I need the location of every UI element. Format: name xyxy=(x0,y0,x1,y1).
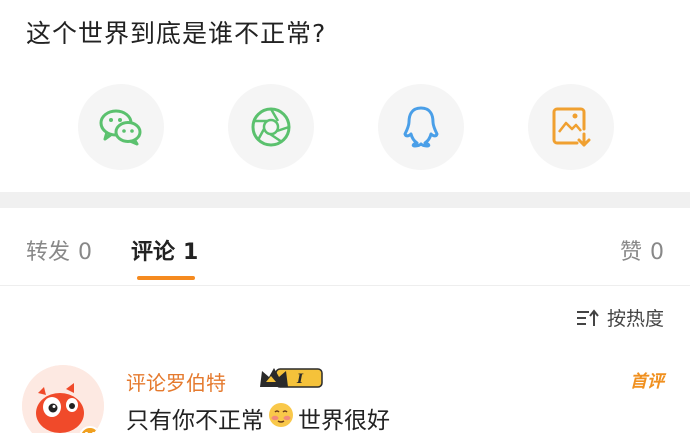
comment-text-after: 世界很好 xyxy=(298,408,390,433)
vip-crown-icon: I xyxy=(260,368,323,388)
comment-text: 只有你不正常 世界很好 xyxy=(126,401,390,433)
save-image-icon xyxy=(552,107,591,147)
tab-repost-count: 0 xyxy=(78,240,93,265)
tab-comments-label: 评论 xyxy=(131,240,176,265)
tab-comments[interactable]: 评论 1 xyxy=(131,234,198,266)
vip-badge: I xyxy=(258,365,326,395)
comment-username[interactable]: 评论罗伯特 xyxy=(126,367,226,396)
qq-icon xyxy=(403,106,439,148)
blush-emoji-icon xyxy=(266,401,296,433)
sort-icon xyxy=(576,308,599,326)
tab-likes-label: 赞 xyxy=(619,240,642,265)
tab-repost-label: 转发 xyxy=(26,240,71,265)
tab-comments-count: 1 xyxy=(183,240,199,265)
save-image-button[interactable] xyxy=(528,84,614,170)
sort-by-popularity-button[interactable]: 按热度 xyxy=(575,304,664,331)
tab-repost[interactable]: 转发 0 xyxy=(26,234,92,266)
weibo-mascot-avatar-icon: V xyxy=(22,365,104,433)
tab-bar: 转发 0 评论 1 赞0 xyxy=(0,208,690,286)
tab-likes[interactable]: 赞0 xyxy=(620,234,664,266)
tab-likes-count: 0 xyxy=(650,240,664,265)
comment-item: V 评论罗伯特 I 首评 只有你不正常 世界很好 xyxy=(0,355,690,433)
comment-text-before: 只有你不正常 xyxy=(126,408,264,433)
vip-level: I xyxy=(296,372,304,387)
active-tab-indicator xyxy=(137,276,195,280)
post-title: 这个世界到底是谁不正常? xyxy=(26,19,327,48)
section-divider xyxy=(0,192,690,208)
share-wechat-button[interactable] xyxy=(78,84,164,170)
avatar[interactable]: V xyxy=(22,365,104,433)
sort-label: 按热度 xyxy=(606,308,664,330)
share-qq-button[interactable] xyxy=(378,84,464,170)
first-comment-tag: 首评 xyxy=(630,372,664,392)
moments-icon xyxy=(251,107,291,147)
wechat-icon xyxy=(99,109,142,146)
share-row xyxy=(0,84,690,170)
share-moments-button[interactable] xyxy=(228,84,314,170)
